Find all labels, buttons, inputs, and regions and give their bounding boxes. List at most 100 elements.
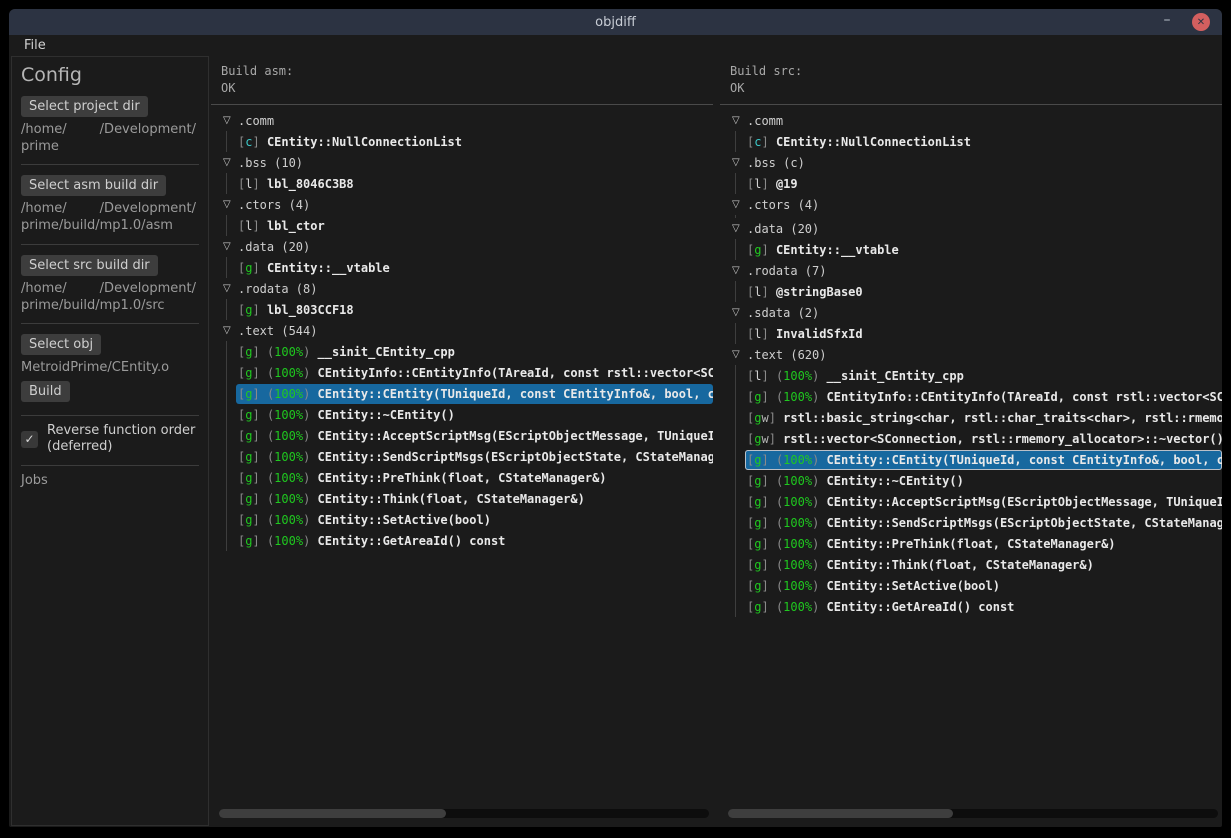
- tree-symbol-row[interactable]: [g] (100%) CEntity::SetActive(bool): [211, 509, 713, 530]
- divider: [720, 104, 1222, 105]
- symbol-tag: [g]: [238, 345, 260, 359]
- tree-symbol-row[interactable]: [l] lbl_ctor: [211, 215, 713, 236]
- tree-section-row[interactable]: ▽ .comm: [720, 110, 1222, 131]
- tree-symbol-row[interactable]: [g] (100%) CEntity::Think(float, CStateM…: [720, 554, 1222, 575]
- tree-symbol-row[interactable]: [g] (100%) CEntityInfo::CEntityInfo(TAre…: [211, 362, 713, 383]
- collapse-triangle-icon[interactable]: ▽: [732, 350, 747, 360]
- symbol-tag: [l]: [747, 369, 769, 383]
- match-percent: (100%): [267, 450, 310, 464]
- section-label: .text (544): [238, 324, 317, 338]
- tree-symbol-row[interactable]: [g] (100%) CEntity::SendScriptMsgs(EScri…: [720, 512, 1222, 533]
- tree-section-row[interactable]: ▽ .rodata (8): [211, 278, 713, 299]
- checkbox-icon[interactable]: ✓: [21, 431, 38, 448]
- symbol-row-content: [g] (100%) CEntity::AcceptScriptMsg(EScr…: [745, 492, 1222, 512]
- reverse-function-order-checkbox[interactable]: ✓ Reverse function order (deferred): [21, 423, 199, 456]
- content-area: Config Select project dir /home/ /Develo…: [9, 56, 1222, 827]
- tree-symbol-row[interactable]: [g] (100%) CEntity::SendScriptMsgs(EScri…: [211, 446, 713, 467]
- select-obj-button[interactable]: Select obj: [21, 334, 101, 355]
- tree-section-row[interactable]: ▽ .rodata (7): [720, 260, 1222, 281]
- symbol-row-content: [g] (100%) CEntity::SetActive(bool): [745, 576, 1222, 596]
- tree-section-row[interactable]: ▽ .comm: [211, 110, 713, 131]
- collapse-triangle-icon[interactable]: ▽: [223, 326, 238, 336]
- tree-symbol-row[interactable]: [g] (100%) CEntity::SetActive(bool): [720, 575, 1222, 596]
- collapse-triangle-icon[interactable]: ▽: [732, 308, 747, 318]
- tree-symbol-row[interactable]: [g] (100%) CEntity::PreThink(float, CSta…: [211, 467, 713, 488]
- tree-symbol-row[interactable]: [l] lbl_8046C3B8: [211, 173, 713, 194]
- build-src-panel: Build src: OK ▽ .comm [c] CEntity::NullC…: [720, 56, 1222, 827]
- tree-symbol-row[interactable]: [c] CEntity::NullConnectionList: [720, 131, 1222, 152]
- collapse-triangle-icon[interactable]: ▽: [732, 200, 747, 210]
- select-project-dir-button[interactable]: Select project dir: [21, 96, 148, 117]
- tree-symbol-row[interactable]: [g] (100%) CEntityInfo::CEntityInfo(TAre…: [720, 386, 1222, 407]
- tree-symbol-row[interactable]: [g] (100%) CEntity::AcceptScriptMsg(EScr…: [720, 491, 1222, 512]
- select-src-build-dir-button[interactable]: Select src build dir: [21, 255, 158, 276]
- tree-symbol-row[interactable]: [g] (100%) CEntity::GetAreaId() const: [720, 596, 1222, 617]
- match-percent: (100%): [267, 429, 310, 443]
- tree-section-row[interactable]: ▽ .data (20): [720, 218, 1222, 239]
- symbol-tag: [g]: [238, 387, 260, 401]
- tree-section-row[interactable]: ▽ .sdata (2): [720, 302, 1222, 323]
- build-button[interactable]: Build: [21, 381, 70, 402]
- symbol-row-content: [l] @stringBase0: [745, 282, 1222, 302]
- minimize-button[interactable]: –: [1158, 12, 1176, 30]
- tree-symbol-row[interactable]: [g] (100%) CEntity::CEntity(TUniqueId, c…: [720, 449, 1222, 470]
- divider: [21, 465, 199, 466]
- tree-symbol-row[interactable]: [g] (100%) CEntity::AcceptScriptMsg(EScr…: [211, 425, 713, 446]
- symbol-row-content: [g] (100%) CEntity::~CEntity(): [745, 471, 1222, 491]
- tree-symbol-row[interactable]: [c] CEntity::NullConnectionList: [211, 131, 713, 152]
- select-asm-build-dir-button[interactable]: Select asm build dir: [21, 175, 166, 196]
- tree-symbol-row[interactable]: [g] CEntity::__vtable: [211, 257, 713, 278]
- symbol-tag: [gw]: [747, 432, 776, 446]
- menu-file[interactable]: File: [20, 38, 50, 53]
- h-scrollbar[interactable]: [728, 809, 1218, 818]
- tree-symbol-row[interactable]: [g] (100%) CEntity::GetAreaId() const: [211, 530, 713, 551]
- tree-symbol-row[interactable]: [g] lbl_803CCF18: [211, 299, 713, 320]
- tree-symbol-row[interactable]: [l] InvalidSfxId: [720, 323, 1222, 344]
- symbol-name: CEntity::SetActive(bool): [827, 579, 1000, 593]
- collapse-triangle-icon[interactable]: ▽: [223, 116, 238, 126]
- symbol-tag: [g]: [238, 303, 260, 317]
- tree-symbol-row[interactable]: [gw] rstl::vector<SConnection, rstl::rme…: [720, 428, 1222, 449]
- collapse-triangle-icon[interactable]: ▽: [732, 266, 747, 276]
- tree-section-row[interactable]: ▽ .ctors (4): [211, 194, 713, 215]
- collapse-triangle-icon[interactable]: ▽: [732, 116, 747, 126]
- h-scrollbar[interactable]: [219, 809, 709, 818]
- collapse-triangle-icon[interactable]: ▽: [223, 284, 238, 294]
- h-scrollbar-thumb[interactable]: [728, 809, 953, 818]
- tree-symbol-row[interactable]: [gw] rstl::basic_string<char, rstl::char…: [720, 407, 1222, 428]
- tree-section-row[interactable]: ▽ .bss (c): [720, 152, 1222, 173]
- symbol-name: lbl_ctor: [267, 219, 325, 233]
- tree-section-row[interactable]: ▽ .ctors (4): [720, 194, 1222, 215]
- tree-section-row[interactable]: ▽ .text (544): [211, 320, 713, 341]
- titlebar[interactable]: objdiff – ✕: [9, 9, 1222, 35]
- match-percent: (100%): [267, 345, 310, 359]
- collapse-triangle-icon[interactable]: ▽: [732, 224, 747, 234]
- symbol-row-content: [g] (100%) CEntity::Think(float, CStateM…: [745, 555, 1222, 575]
- symbol-name: CEntityInfo::CEntityInfo(TAreaId, const …: [827, 390, 1222, 404]
- tree-symbol-row[interactable]: [g] (100%) __sinit_CEntity_cpp: [211, 341, 713, 362]
- tree-symbol-row[interactable]: [l] @stringBase0: [720, 281, 1222, 302]
- h-scrollbar-thumb[interactable]: [219, 809, 446, 818]
- tree-symbol-row[interactable]: [l] @19: [720, 173, 1222, 194]
- symbol-name: rstl::basic_string<char, rstl::char_trai…: [783, 411, 1222, 425]
- collapse-triangle-icon[interactable]: ▽: [223, 158, 238, 168]
- collapse-triangle-icon[interactable]: ▽: [223, 242, 238, 252]
- symbol-row-content: [g] CEntity::__vtable: [236, 258, 713, 278]
- tree-symbol-row[interactable]: [g] CEntity::__vtable: [720, 239, 1222, 260]
- tree-symbol-row[interactable]: [g] (100%) CEntity::Think(float, CStateM…: [211, 488, 713, 509]
- symbol-name: CEntity::AcceptScriptMsg(EScriptObjectMe…: [318, 429, 713, 443]
- symbol-tag: [g]: [747, 516, 769, 530]
- tree-symbol-row[interactable]: [g] (100%) CEntity::CEntity(TUniqueId, c…: [211, 383, 713, 404]
- tree-symbol-row[interactable]: [g] (100%) CEntity::PreThink(float, CSta…: [720, 533, 1222, 554]
- section-label: .bss (c): [747, 156, 805, 170]
- tree-symbol-row[interactable]: [l] (100%) __sinit_CEntity_cpp: [720, 365, 1222, 386]
- diff-panels: Build asm: OK ▽ .comm [c] CEntity::NullC…: [209, 56, 1222, 827]
- close-button[interactable]: ✕: [1192, 13, 1210, 31]
- tree-section-row[interactable]: ▽ .text (620): [720, 344, 1222, 365]
- tree-symbol-row[interactable]: [g] (100%) CEntity::~CEntity(): [720, 470, 1222, 491]
- tree-section-row[interactable]: ▽ .bss (10): [211, 152, 713, 173]
- collapse-triangle-icon[interactable]: ▽: [223, 200, 238, 210]
- tree-symbol-row[interactable]: [g] (100%) CEntity::~CEntity(): [211, 404, 713, 425]
- tree-section-row[interactable]: ▽ .data (20): [211, 236, 713, 257]
- collapse-triangle-icon[interactable]: ▽: [732, 158, 747, 168]
